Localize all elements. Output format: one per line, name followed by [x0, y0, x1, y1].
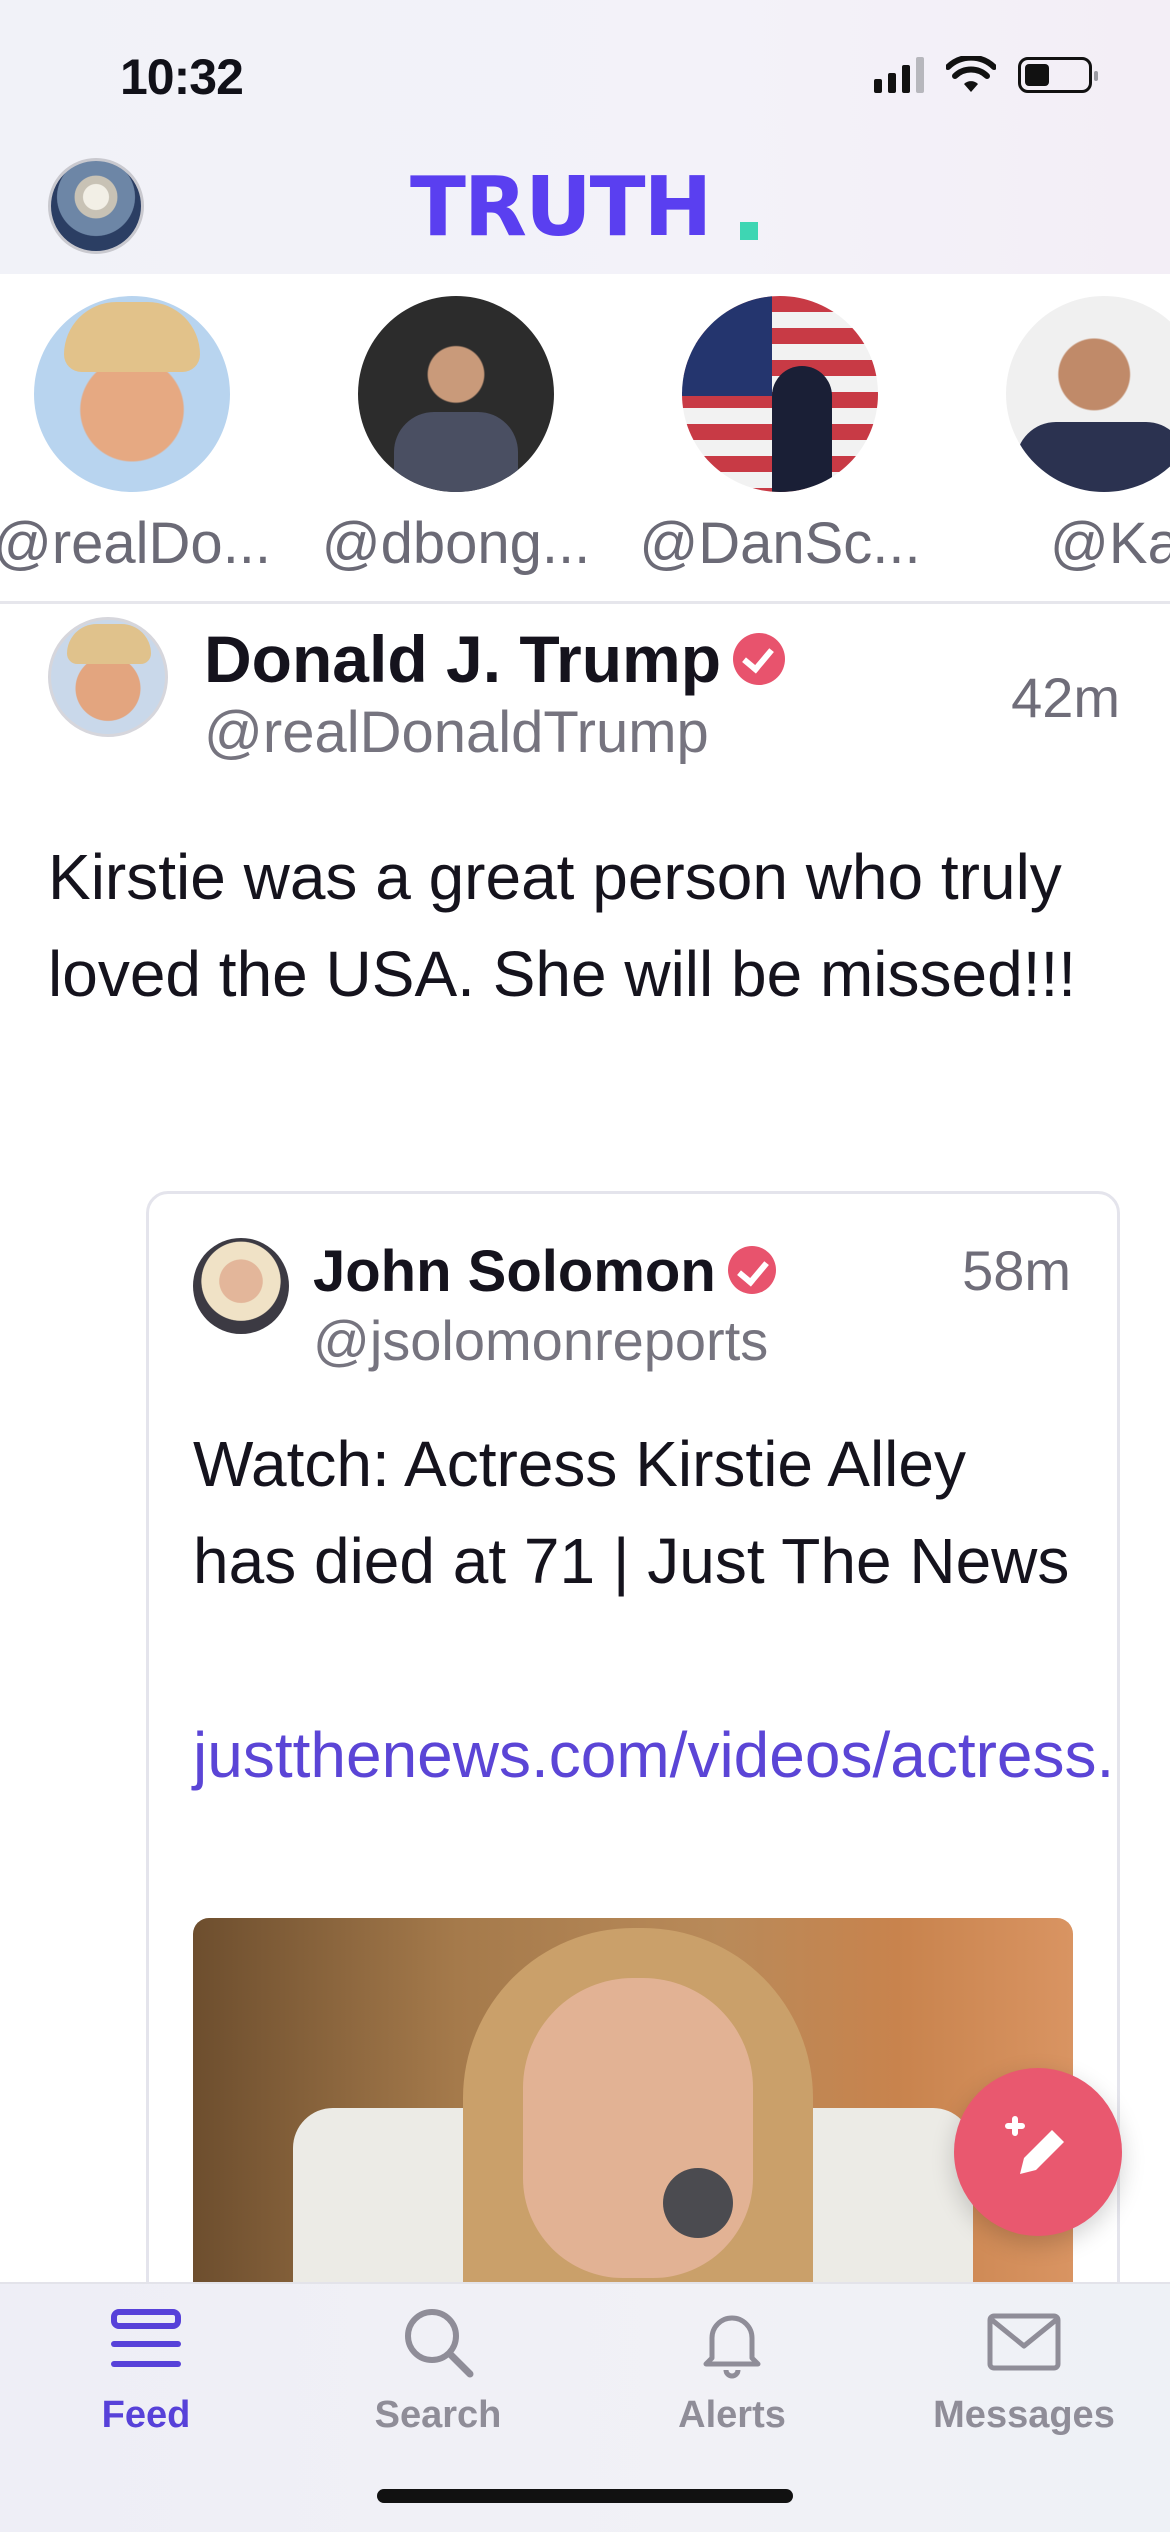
quoted-post-text: Watch: Actress Kirstie Alley has died at…	[193, 1428, 1070, 1597]
verified-badge-icon	[727, 1245, 776, 1294]
story-handle: @realDo...	[0, 511, 272, 576]
envelope-icon	[987, 2313, 1061, 2371]
post-text: Kirstie was a great person who truly lov…	[48, 841, 1077, 1010]
author-avatar[interactable]	[48, 617, 168, 737]
app-header: 10:32 TRUTH	[0, 0, 1170, 274]
story-avatar	[682, 296, 878, 492]
story-handle: @Ka	[1050, 511, 1170, 576]
tab-messages[interactable]: Messages	[904, 2300, 1144, 2437]
tab-feed-label: Feed	[101, 2394, 191, 2436]
quoted-author-name-row: John Solomon	[313, 1238, 776, 1305]
quoted-post-timestamp: 58m	[962, 1239, 1071, 1302]
status-time: 10:32	[120, 49, 244, 105]
truth-logo: TRUTH	[410, 160, 712, 255]
story-avatar	[34, 296, 230, 492]
tab-alerts-label: Alerts	[678, 2394, 786, 2436]
story-handle: @DanSc...	[639, 511, 921, 576]
feed-icon	[111, 2309, 181, 2367]
story-item[interactable]: @DanSc...	[630, 296, 930, 577]
story-handle: @dbong...	[321, 511, 591, 576]
logo-dot	[740, 222, 758, 240]
story-item[interactable]: @dbong...	[306, 296, 606, 577]
post-timestamp: 42m	[1011, 666, 1120, 729]
cellular-signal-icon	[874, 57, 924, 93]
tab-search-label: Search	[374, 2394, 502, 2436]
author-handle: @realDonaldTrump	[204, 700, 709, 765]
story-avatar	[1006, 296, 1170, 492]
tab-alerts[interactable]: Alerts	[612, 2300, 852, 2437]
link-preview-image[interactable]	[193, 1918, 1073, 2282]
author-name-row[interactable]: Donald J. Trump	[204, 621, 786, 697]
author-name: Donald J. Trump	[204, 622, 722, 696]
tab-feed[interactable]: Feed	[26, 2300, 266, 2437]
bell-icon	[703, 2315, 761, 2379]
tab-search[interactable]: Search	[318, 2300, 558, 2437]
wifi-icon	[946, 56, 996, 92]
profile-avatar[interactable]	[48, 158, 144, 254]
pencil-icon	[1005, 2116, 1064, 2174]
quoted-author-handle: @jsolomonreports	[313, 1309, 769, 1372]
stories-strip[interactable]: @realDo... @dbong... @DanSc... @Ka	[0, 274, 1170, 604]
story-item[interactable]: @Ka	[954, 296, 1170, 577]
tab-messages-label: Messages	[933, 2394, 1115, 2436]
quoted-post-link[interactable]: justthenews.com/videos/actress...	[193, 1707, 1117, 1804]
status-icons	[874, 56, 1098, 94]
compose-button[interactable]	[954, 2068, 1122, 2236]
battery-icon	[1018, 57, 1098, 93]
home-indicator	[377, 2489, 793, 2503]
feed-post[interactable]: Donald J. Trump @realDonaldTrump 42m Kir…	[0, 607, 1170, 2282]
quoted-author-name: John Solomon	[313, 1239, 716, 1304]
story-avatar	[358, 296, 554, 492]
quoted-author-avatar	[193, 1238, 289, 1334]
verified-badge-icon	[733, 632, 786, 685]
story-item[interactable]: @realDo...	[0, 296, 282, 577]
search-icon	[405, 2309, 474, 2378]
